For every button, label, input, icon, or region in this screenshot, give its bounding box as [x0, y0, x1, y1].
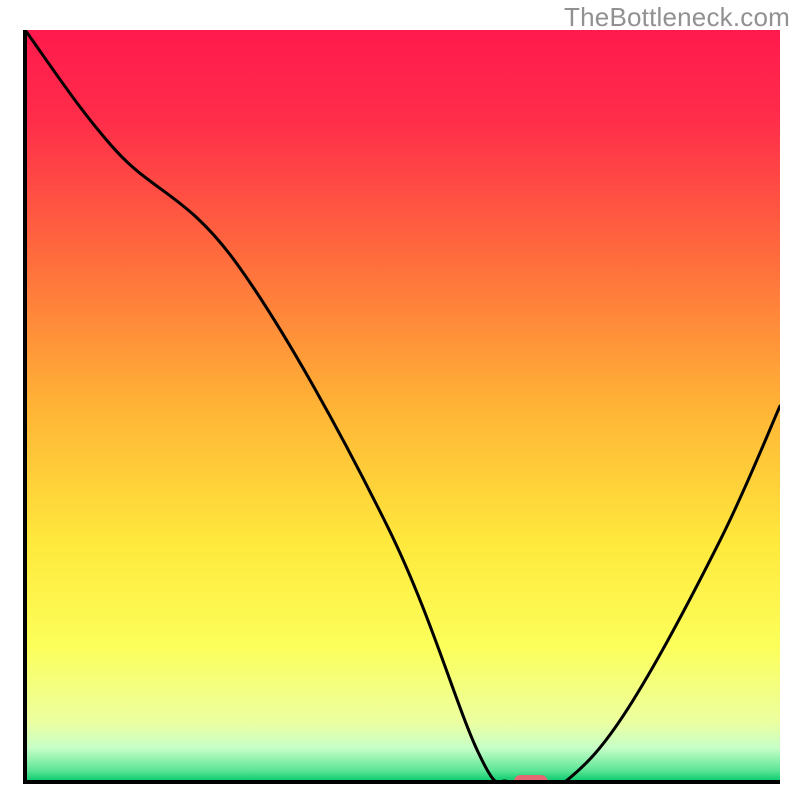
chart-stage: TheBottleneck.com	[0, 0, 800, 800]
chart-svg	[23, 30, 780, 784]
gradient-bg	[25, 30, 780, 782]
watermark-text: TheBottleneck.com	[564, 2, 790, 33]
plot-area	[23, 30, 780, 784]
